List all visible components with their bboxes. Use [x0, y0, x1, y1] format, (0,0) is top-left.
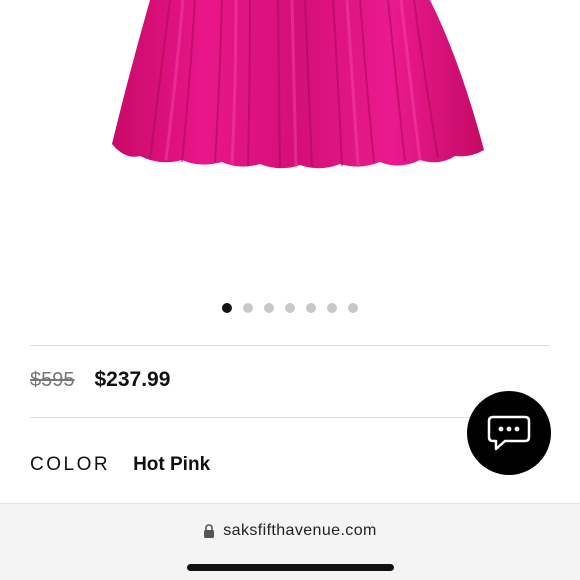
product-page: $595 $237.99 COLOR Hot Pink saksfifthave… [0, 0, 580, 580]
url-field[interactable]: saksfifthavenue.com [0, 522, 580, 540]
browser-address-bar: saksfifthavenue.com [0, 503, 580, 580]
divider [30, 345, 550, 346]
color-row: COLOR Hot Pink [30, 454, 210, 476]
url-text: saksfifthavenue.com [223, 522, 377, 539]
carousel-dot[interactable] [285, 303, 295, 313]
price-row: $595 $237.99 [30, 368, 170, 392]
carousel-dot[interactable] [306, 303, 316, 313]
pink-pleated-skirt-image [112, 0, 484, 169]
color-label: COLOR [30, 454, 111, 475]
color-value: Hot Pink [133, 454, 211, 475]
home-indicator[interactable] [187, 564, 394, 571]
carousel-dot[interactable] [264, 303, 274, 313]
chat-button[interactable] [467, 391, 551, 475]
original-price: $595 [30, 369, 75, 391]
sale-price: $237.99 [94, 368, 171, 391]
carousel-dot[interactable] [327, 303, 337, 313]
lock-icon [204, 523, 215, 538]
carousel-dot[interactable] [222, 303, 232, 313]
carousel-dot[interactable] [243, 303, 253, 313]
chat-bubble-icon [487, 415, 531, 451]
image-carousel-dots [0, 303, 580, 313]
product-image[interactable] [0, 0, 580, 290]
carousel-dot[interactable] [348, 303, 358, 313]
